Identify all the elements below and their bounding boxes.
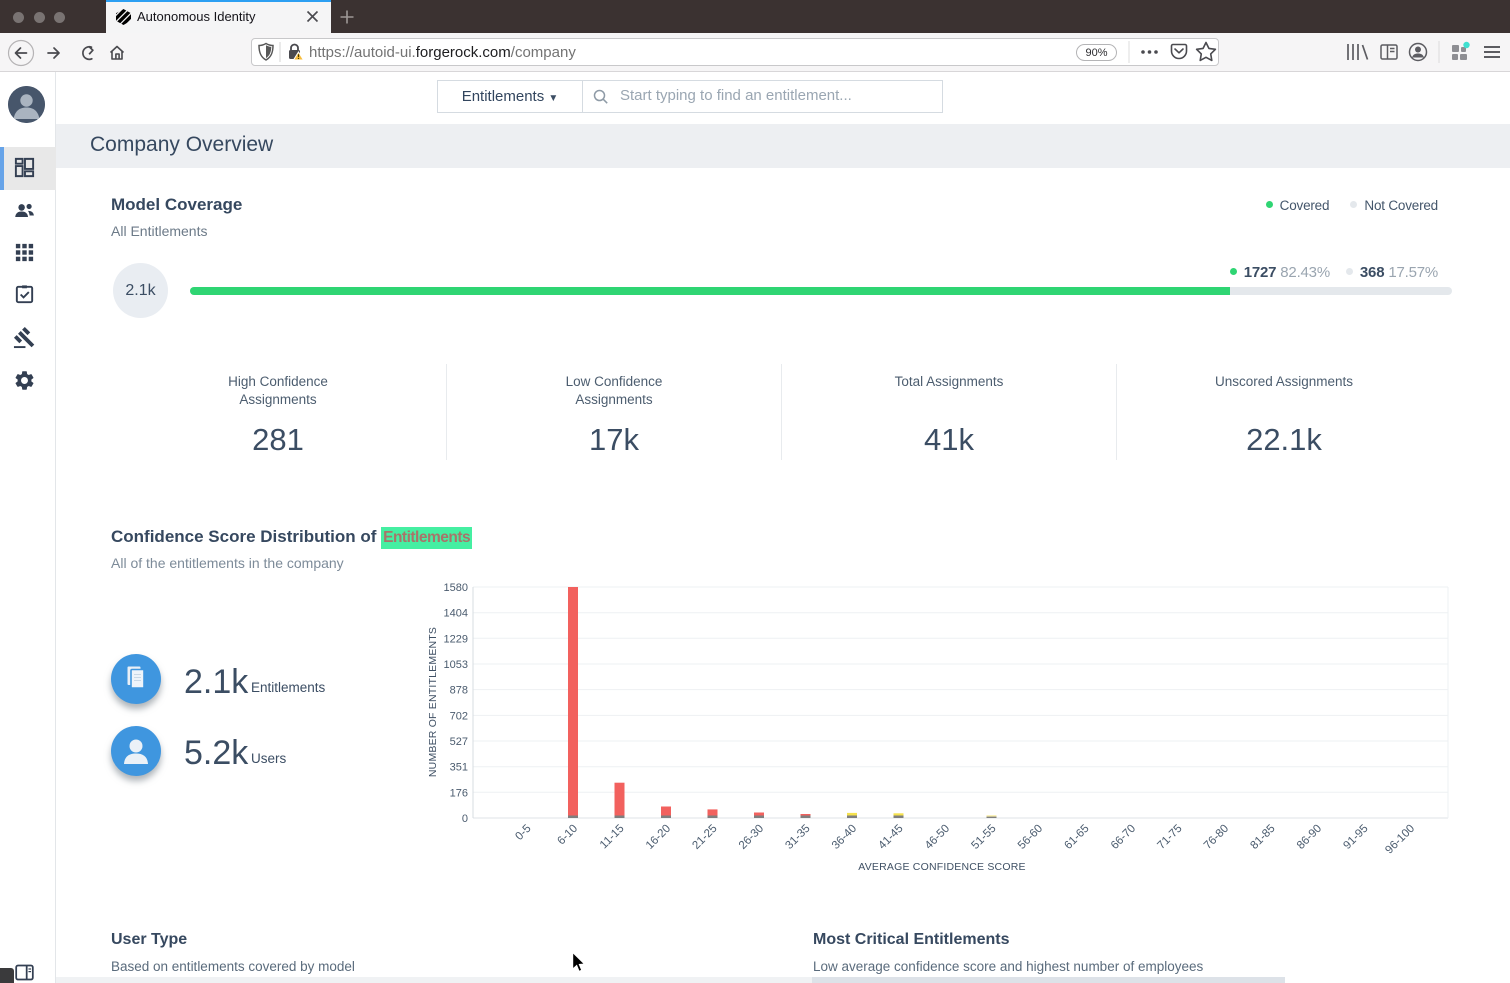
svg-text:36-40: 36-40 <box>830 823 859 852</box>
svg-text:1053: 1053 <box>444 659 468 671</box>
svg-text:66-70: 66-70 <box>1109 823 1138 852</box>
svg-text:6-10: 6-10 <box>555 823 580 848</box>
svg-text:702: 702 <box>450 710 468 722</box>
svg-text:51-55: 51-55 <box>969 823 998 852</box>
svg-text:0-5: 0-5 <box>513 823 533 843</box>
svg-text:1229: 1229 <box>444 633 468 645</box>
svg-text:878: 878 <box>450 685 468 697</box>
svg-text:96-100: 96-100 <box>1383 823 1417 857</box>
svg-text:61-65: 61-65 <box>1062 823 1091 852</box>
svg-text:1580: 1580 <box>444 582 468 594</box>
svg-text:176: 176 <box>450 787 468 799</box>
svg-text:76-80: 76-80 <box>1202 823 1231 852</box>
svg-text:26-30: 26-30 <box>737 823 766 852</box>
svg-text:41-45: 41-45 <box>876 823 905 852</box>
svg-text:31-35: 31-35 <box>783 823 812 852</box>
svg-text:81-85: 81-85 <box>1248 823 1277 852</box>
svg-text:527: 527 <box>450 736 468 748</box>
svg-text:351: 351 <box>450 762 468 774</box>
svg-text:1404: 1404 <box>444 608 468 620</box>
svg-text:0: 0 <box>462 813 468 825</box>
svg-text:91-95: 91-95 <box>1341 823 1370 852</box>
svg-text:NUMBER OF ENTITLEMENTS: NUMBER OF ENTITLEMENTS <box>427 627 439 777</box>
svg-text:16-20: 16-20 <box>644 823 673 852</box>
svg-text:86-90: 86-90 <box>1295 823 1324 852</box>
svg-text:46-50: 46-50 <box>923 823 952 852</box>
svg-text:21-25: 21-25 <box>690 823 719 852</box>
svg-text:AVERAGE CONFIDENCE SCORE: AVERAGE CONFIDENCE SCORE <box>858 861 1025 873</box>
svg-text:11-15: 11-15 <box>598 823 627 852</box>
svg-text:56-60: 56-60 <box>1016 823 1045 852</box>
svg-text:71-75: 71-75 <box>1155 823 1184 852</box>
